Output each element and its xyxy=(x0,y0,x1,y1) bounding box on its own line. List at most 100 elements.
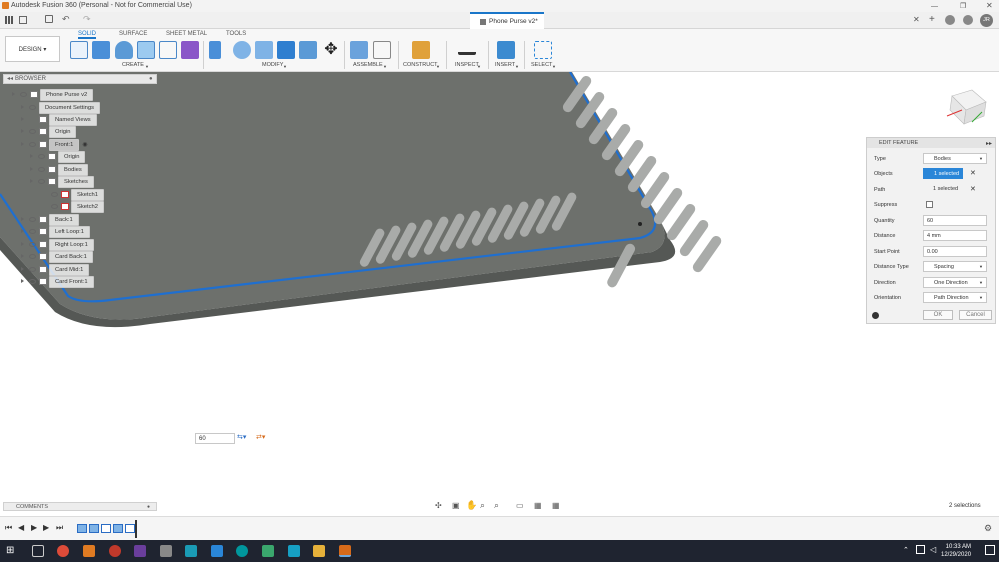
restore-icon[interactable]: ❐ xyxy=(960,2,966,10)
move-icon[interactable]: ✥ xyxy=(322,41,340,59)
notifications-icon[interactable] xyxy=(985,545,995,555)
orbit-icon[interactable]: ✣ xyxy=(435,501,442,510)
visibility-icon[interactable] xyxy=(29,228,36,234)
fusion-taskbar-icon[interactable] xyxy=(83,545,95,557)
insert-image-icon[interactable] xyxy=(497,41,515,59)
sweep-icon[interactable] xyxy=(137,41,155,59)
document-tab[interactable]: Phone Purse v2* xyxy=(470,12,544,29)
browser-item-sketch1[interactable]: Sketch1 xyxy=(51,189,104,201)
look-at-icon[interactable]: ▣ xyxy=(452,501,460,510)
fillet-icon[interactable] xyxy=(233,41,251,59)
browser-item-card-back[interactable]: Card Back:1 xyxy=(21,251,93,263)
browser-item-card-front[interactable]: Card Front:1 xyxy=(21,276,94,288)
browser-item-front[interactable]: Front:1 ◉ xyxy=(21,139,88,151)
expand-icon[interactable] xyxy=(21,254,24,259)
activate-component-icon[interactable]: ◉ xyxy=(82,142,87,148)
fit-icon[interactable]: ⌕ xyxy=(494,500,499,511)
browser-item-back[interactable]: Back:1 xyxy=(21,214,79,226)
pan-icon[interactable]: ✋ xyxy=(466,500,477,511)
direction-select[interactable]: One Direction ▼ xyxy=(923,277,987,288)
press-pull-icon[interactable] xyxy=(209,41,221,59)
expand-icon[interactable] xyxy=(30,179,33,184)
group-modify[interactable]: MODIFY xyxy=(262,62,283,68)
app-taskbar-icon[interactable] xyxy=(185,545,197,557)
browser-item-sketches[interactable]: Sketches xyxy=(30,176,94,188)
comments-panel[interactable]: COMMENTS ● xyxy=(3,502,157,511)
group-select[interactable]: SELECT xyxy=(531,62,552,68)
close-window-icon[interactable]: ✕ xyxy=(986,1,993,10)
orientation-select[interactable]: Path Direction ▼ xyxy=(923,292,987,303)
tray-chevron-icon[interactable]: ⌃ xyxy=(903,546,909,554)
group-create[interactable]: CREATE xyxy=(122,62,144,68)
new-tab-icon[interactable]: + xyxy=(929,14,935,25)
extrude-icon[interactable] xyxy=(92,41,110,59)
select-dropdown-icon[interactable]: ▼ xyxy=(552,64,556,69)
help-icon[interactable] xyxy=(963,15,973,25)
expand-icon[interactable] xyxy=(30,154,33,159)
timeline-feature-icon[interactable] xyxy=(77,524,87,533)
visibility-icon[interactable] xyxy=(38,178,45,184)
tray-network-icon[interactable] xyxy=(916,545,925,554)
modify-dropdown-icon[interactable]: ▼ xyxy=(283,64,287,69)
group-inspect[interactable]: INSPECT xyxy=(455,62,479,68)
app-grid-icon[interactable] xyxy=(5,16,13,24)
windows-start-icon[interactable]: ⊞ xyxy=(6,545,18,557)
visibility-icon[interactable] xyxy=(29,104,36,110)
expand-icon[interactable] xyxy=(30,167,33,172)
expand-dialog-icon[interactable]: ▸▸ xyxy=(986,139,992,149)
visibility-icon[interactable] xyxy=(38,166,45,172)
group-construct[interactable]: CONSTRUCT xyxy=(403,62,438,68)
comments-options-icon[interactable]: ● xyxy=(147,503,150,511)
ok-button[interactable]: OK xyxy=(923,310,953,320)
expand-icon[interactable] xyxy=(21,279,24,284)
expand-icon[interactable] xyxy=(21,229,24,234)
visibility-icon[interactable] xyxy=(51,191,58,197)
app-taskbar-icon[interactable] xyxy=(134,545,146,557)
viewports-icon[interactable]: ▦ xyxy=(552,501,560,510)
visibility-icon[interactable] xyxy=(29,128,36,134)
distance-input[interactable]: 4 mm xyxy=(923,230,987,241)
viewcube-icon[interactable] xyxy=(942,86,987,126)
expand-icon[interactable] xyxy=(12,92,15,97)
arduino-icon[interactable] xyxy=(236,545,248,557)
chrome-icon[interactable] xyxy=(57,545,69,557)
shell-icon[interactable] xyxy=(277,41,295,59)
user-avatar[interactable]: JR xyxy=(980,14,993,27)
expand-icon[interactable] xyxy=(21,217,24,222)
start-point-input[interactable]: 0.00 xyxy=(923,246,987,257)
timeline-feature-icon[interactable] xyxy=(89,524,99,533)
browser-item-right-loop[interactable]: Right Loop:1 xyxy=(21,239,94,251)
quantity-input[interactable]: 60 xyxy=(923,215,987,226)
group-insert[interactable]: INSERT xyxy=(495,62,515,68)
timeline-sketch-icon[interactable] xyxy=(101,524,111,533)
redo-icon[interactable]: ↷ xyxy=(83,14,91,25)
visibility-icon[interactable] xyxy=(29,266,36,272)
go-to-end-icon[interactable]: ⏭ xyxy=(56,523,63,533)
workspace-switcher[interactable]: DESIGN ▾ xyxy=(5,36,60,62)
undo-icon[interactable]: ↶ xyxy=(62,14,70,25)
app-taskbar-icon[interactable] xyxy=(160,545,172,557)
visibility-icon[interactable] xyxy=(29,253,36,259)
group-assemble[interactable]: ASSEMBLE xyxy=(353,62,383,68)
canvas-quantity-input[interactable]: 60 xyxy=(195,433,235,444)
dialog-header[interactable]: EDIT FEATURE ▸▸ xyxy=(867,138,995,148)
step-back-icon[interactable]: ◀ xyxy=(18,523,24,532)
distance-type-select[interactable]: Spacing ▼ xyxy=(923,261,987,272)
new-component-icon[interactable] xyxy=(350,41,368,59)
offset-plane-icon[interactable] xyxy=(412,41,430,59)
flip-direction-icon[interactable]: ⇆▾ xyxy=(237,433,246,441)
visibility-icon[interactable] xyxy=(38,153,45,159)
clear-selection-icon[interactable]: ✕ xyxy=(970,169,976,177)
browser-item-sketch2[interactable]: Sketch2 xyxy=(51,201,104,213)
combine-icon[interactable] xyxy=(299,41,317,59)
expand-icon[interactable] xyxy=(21,117,24,122)
visibility-icon[interactable] xyxy=(51,203,58,209)
collapse-panel-icon[interactable]: ◂◂ xyxy=(7,75,13,84)
expand-icon[interactable] xyxy=(21,142,24,147)
display-settings-icon[interactable]: ▭ xyxy=(516,501,524,510)
visibility-icon[interactable] xyxy=(29,278,36,284)
step-forward-icon[interactable]: ▶ xyxy=(43,523,49,532)
chamfer-icon[interactable] xyxy=(255,41,273,59)
save-icon[interactable] xyxy=(45,15,53,23)
zoom-icon[interactable]: ⌕ xyxy=(480,500,485,511)
